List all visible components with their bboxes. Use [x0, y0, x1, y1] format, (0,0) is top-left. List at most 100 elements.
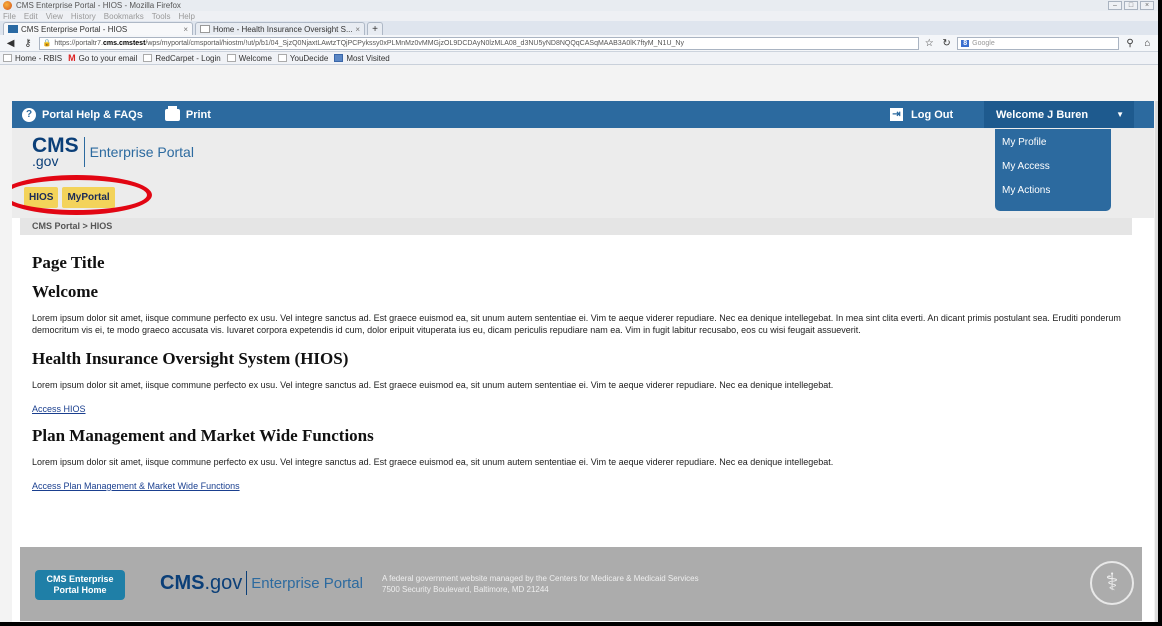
gmail-icon: M [68, 53, 76, 63]
maximize-icon[interactable]: □ [1124, 1, 1138, 10]
main-content: Page Title Welcome Lorem ipsum dolor sit… [32, 253, 1142, 503]
identity-icon[interactable]: ⚷ [21, 38, 34, 49]
menu-history[interactable]: History [71, 12, 96, 21]
menu-help[interactable]: Help [178, 12, 194, 21]
url-prefix: https://portaltr7. [54, 39, 103, 47]
cms-gov-mark: CMS .gov [32, 135, 79, 168]
logout-label: Log Out [911, 108, 954, 121]
bookmark-welcome[interactable]: Welcome [226, 53, 272, 63]
logout-button[interactable]: ⇥ Log Out [890, 101, 963, 128]
menu-view[interactable]: View [46, 12, 63, 21]
portal-footer: CMS Enterprise Portal Home CMS .gov Enter… [20, 547, 1142, 621]
access-hios-link[interactable]: Access HIOS [32, 404, 1142, 414]
bookmark-youdecide[interactable]: YouDecide [277, 53, 329, 63]
bookmark-label: Go to your email [78, 53, 138, 63]
print-label: Print [185, 108, 211, 121]
help-icon: ? [22, 107, 36, 122]
footer-logo-gov-text: .gov [204, 571, 243, 594]
footer-note: A federal government website managed by … [382, 573, 699, 595]
bookmark-label: YouDecide [289, 53, 329, 63]
menu-file[interactable]: File [3, 12, 16, 21]
close-window-icon[interactable]: × [1140, 1, 1154, 10]
bookmark-page-icon [143, 54, 153, 62]
browser-tab-cms-portal[interactable]: CMS Enterprise Portal - HIOS × [3, 22, 193, 35]
bookmark-page-icon [3, 54, 12, 62]
bookmark-most-visited[interactable]: Most Visited [334, 53, 390, 63]
navigation-bar: ◀ ⚷ 🔒 https://portaltr7. cms.cmstest/wps/… [0, 35, 1158, 52]
portal-help-button[interactable]: ? Portal Help & FAQs [12, 107, 143, 122]
footer-cms-logo[interactable]: CMS .gov Enterprise Portal [160, 571, 363, 595]
breadcrumb: CMS Portal > HIOS [20, 218, 1132, 235]
screenshot-frame: CMS Enterprise Portal - HIOS - Mozilla F… [0, 0, 1162, 626]
page-scrollbar[interactable] [1155, 101, 1158, 622]
bookmark-redcarpet[interactable]: RedCarpet - Login [143, 53, 221, 63]
bookmark-home-rbis[interactable]: Home - RBIS [3, 54, 62, 63]
address-bar[interactable]: 🔒 https://portaltr7. cms.cmstest/wps/mypo… [38, 36, 919, 50]
hios-text: Lorem ipsum dolor sit amet, iisque commu… [32, 380, 834, 390]
welcome-user-menu[interactable]: Welcome J Buren ▼ [984, 101, 1134, 128]
logout-icon: ⇥ [890, 108, 903, 121]
hhs-eagle-icon: ⚕ [1090, 561, 1134, 605]
portal-top-bar: ? Portal Help & FAQs Print ⇥ Log Out Wel… [12, 101, 1154, 128]
menu-tools[interactable]: Tools [152, 12, 171, 21]
print-button[interactable]: Print [143, 105, 211, 121]
page-title: Page Title [32, 253, 105, 272]
home-icon[interactable]: ⌂ [1141, 38, 1154, 49]
bookmark-label: Welcome [238, 53, 272, 63]
menu-item-my-actions[interactable]: My Actions [995, 181, 1111, 205]
plan-text: Lorem ipsum dolor sit amet, iisque commu… [32, 457, 834, 467]
reload-icon[interactable]: ↻ [940, 38, 953, 49]
logo-enterprise-portal-text: Enterprise Portal [89, 144, 194, 160]
bookmarks-toolbar: Home - RBIS M Go to your email RedCarpet … [0, 52, 1158, 65]
tab-close-icon[interactable]: × [183, 25, 188, 34]
tab-close-icon[interactable]: × [355, 25, 360, 34]
search-icon[interactable]: ⚲ [1123, 38, 1136, 49]
footer-note-line1: A federal government website managed by … [382, 574, 699, 583]
firefox-icon [3, 1, 12, 10]
new-tab-button[interactable]: + [367, 22, 383, 35]
bookmark-label: Home - RBIS [15, 53, 63, 63]
bookmark-email[interactable]: M Go to your email [68, 53, 137, 63]
welcome-text: Lorem ipsum dolor sit amet, iisque commu… [32, 313, 1121, 335]
browser-tab-label: Home - Health Insurance Oversight S... [213, 24, 353, 34]
back-arrow-icon[interactable]: ◀ [4, 38, 17, 49]
bookmark-label: Most Visited [346, 53, 390, 63]
window-controls: – □ × [1108, 1, 1154, 10]
bookmark-page-icon [226, 54, 236, 62]
menu-item-my-profile[interactable]: My Profile [995, 133, 1111, 157]
left-gutter [0, 101, 12, 622]
bookmark-label: RedCarpet - Login [155, 53, 221, 63]
star-icon[interactable]: ☆ [923, 38, 936, 49]
page-favicon-icon [200, 25, 210, 33]
portal-help-label: Portal Help & FAQs [42, 108, 143, 121]
folder-icon [334, 54, 344, 62]
welcome-label: Welcome J Buren [996, 108, 1089, 121]
menu-bookmarks[interactable]: Bookmarks [104, 12, 144, 21]
menu-item-my-access[interactable]: My Access [995, 157, 1111, 181]
search-placeholder: Google [972, 39, 995, 47]
url-domain: cms.cmstest [102, 39, 146, 47]
search-box[interactable]: 8 Google [957, 36, 1120, 50]
plan-heading: Plan Management and Market Wide Function… [32, 426, 374, 445]
browser-tab-strip: CMS Enterprise Portal - HIOS × Home - He… [0, 21, 1158, 35]
bookmark-page-icon [277, 54, 287, 62]
access-plan-management-link[interactable]: Access Plan Management & Market Wide Fun… [32, 481, 1142, 491]
url-path: /wps/myportal/cmsportal/hiostm/!ut/p/b1/… [145, 39, 684, 47]
hios-heading: Health Insurance Oversight System (HIOS) [32, 349, 349, 368]
window-titlebar: CMS Enterprise Portal - HIOS - Mozilla F… [0, 0, 1158, 11]
window-title: CMS Enterprise Portal - HIOS - Mozilla F… [16, 1, 181, 10]
menu-edit[interactable]: Edit [24, 12, 38, 21]
browser-tab-hios-home[interactable]: Home - Health Insurance Oversight S... × [195, 22, 365, 35]
portal-header: CMS .gov Enterprise Portal [12, 128, 1154, 218]
footer-note-line2: 7500 Security Boulevard, Baltimore, MD 2… [382, 585, 549, 594]
user-dropdown-menu: My Profile My Access My Actions [995, 129, 1111, 211]
chevron-down-icon: ▼ [1116, 110, 1124, 119]
minimize-icon[interactable]: – [1108, 1, 1122, 10]
search-engine-icon[interactable]: 8 [961, 39, 970, 47]
cms-logo[interactable]: CMS .gov Enterprise Portal [32, 135, 194, 168]
browser-tab-label: CMS Enterprise Portal - HIOS [21, 24, 128, 34]
menu-bar: File Edit View History Bookmarks Tools H… [0, 11, 1158, 21]
footer-logo-cms-text: CMS [160, 571, 205, 594]
cms-portal-home-button[interactable]: CMS Enterprise Portal Home [35, 570, 125, 600]
lock-icon: 🔒 [42, 40, 52, 47]
